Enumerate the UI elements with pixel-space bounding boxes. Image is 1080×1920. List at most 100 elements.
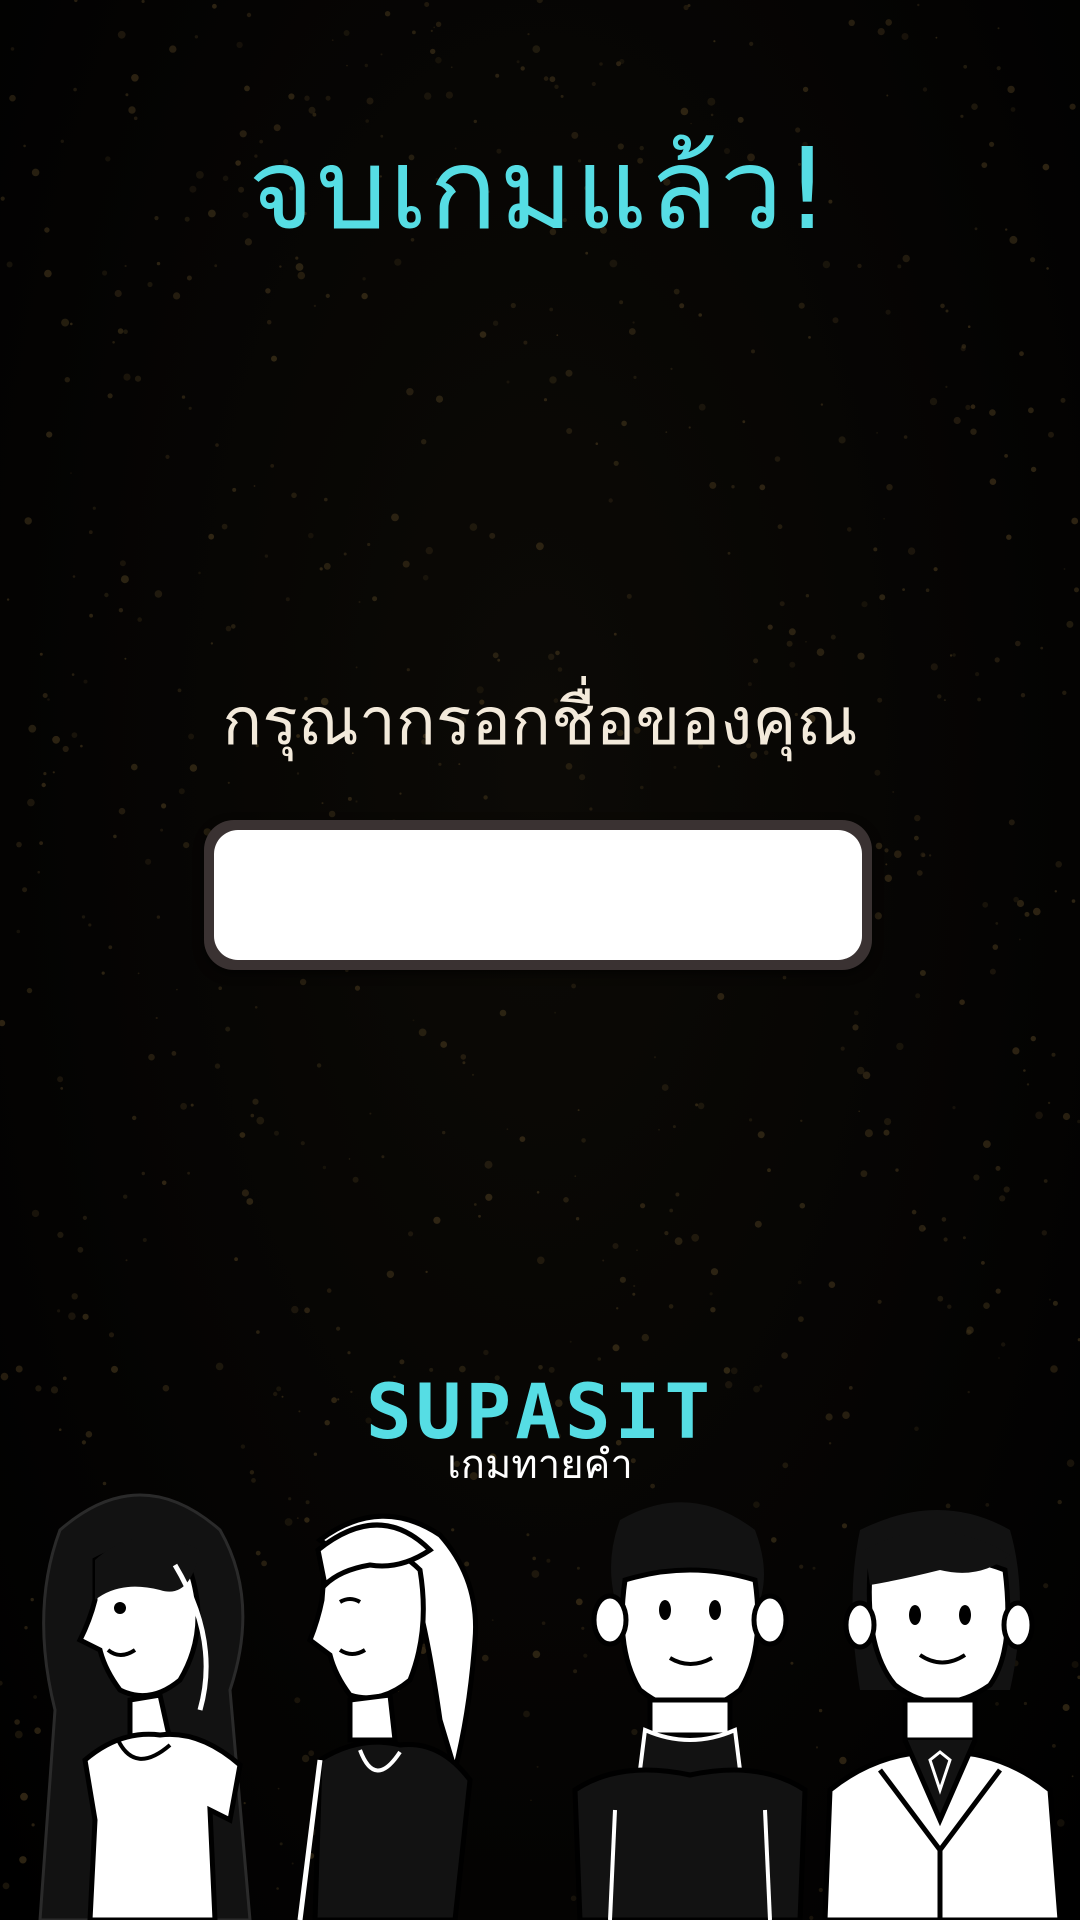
speckle-dot: [658, 1129, 660, 1131]
speckle-dot: [212, 3, 217, 9]
speckle-dot: [1019, 351, 1024, 357]
speckle-dot: [632, 321, 635, 324]
speckle-dot: [325, 293, 330, 298]
speckle-dot: [653, 1056, 657, 1059]
speckle-dot: [536, 1191, 540, 1194]
speckle-dot: [380, 53, 383, 56]
speckle-dot: [920, 852, 926, 858]
speckle-dot: [124, 657, 127, 660]
speckle-dot: [304, 1307, 310, 1314]
speckle-dot: [82, 1313, 89, 1320]
speckle-dot: [399, 792, 402, 795]
speckle-dot: [1040, 646, 1044, 650]
speckle-dot: [123, 329, 128, 335]
speckle-dot: [856, 1066, 865, 1075]
speckle-dot: [156, 261, 161, 266]
speckle-dot: [347, 1351, 351, 1355]
speckle-dot: [949, 654, 953, 657]
speckle-dot: [484, 1160, 493, 1169]
speckle-dot: [406, 668, 410, 672]
speckle-dot: [347, 796, 352, 801]
speckle-dot: [1018, 938, 1021, 941]
speckle-dot: [433, 1216, 441, 1224]
speckle-dot: [710, 1268, 719, 1276]
speckle-dot: [563, 1197, 569, 1203]
speckle-dot: [1063, 568, 1066, 570]
speckle-dot: [874, 912, 882, 920]
speckle-dot: [914, 835, 919, 841]
speckle-dot: [820, 403, 824, 406]
speckle-dot: [227, 781, 230, 784]
speckle-dot: [161, 1180, 167, 1186]
speckle-dot: [1033, 907, 1041, 916]
speckle-dot: [231, 624, 236, 629]
speckle-dot: [70, 322, 73, 326]
speckle-dot: [672, 1125, 676, 1129]
speckle-dot: [68, 1312, 76, 1320]
speckle-dot: [929, 397, 938, 406]
speckle-dot: [1003, 1186, 1010, 1193]
player-name-input[interactable]: [214, 830, 862, 960]
speckle-dot: [71, 673, 75, 676]
speckle-dot: [612, 1243, 619, 1249]
speckle-dot: [1060, 397, 1066, 403]
speckle-dot: [492, 320, 499, 326]
speckle-dot: [591, 81, 596, 87]
speckle-dot: [141, 0, 145, 3]
speckle-dot: [581, 1138, 586, 1143]
speckle-dot: [343, 552, 347, 556]
speckle-dot: [1062, 1112, 1071, 1121]
speckle-dot: [1041, 1230, 1048, 1236]
speckle-dot: [399, 1359, 405, 1365]
speckle-dot: [326, 1288, 332, 1293]
speckle-dot: [779, 601, 785, 607]
speckle-dot: [1043, 1179, 1048, 1183]
speckle-dot: [742, 420, 746, 424]
speckle-dot: [612, 1344, 620, 1352]
name-prompt-label: กรุณากรอกชื่อของคุณ: [222, 683, 858, 760]
speckle-dot: [669, 1208, 674, 1213]
speckle-dot: [619, 300, 624, 305]
speckle-dot: [71, 1293, 78, 1300]
speckle-dot: [994, 657, 1000, 663]
speckle-dot: [440, 1041, 448, 1048]
speckle-dot: [183, 842, 190, 849]
speckle-dot: [291, 492, 297, 499]
speckle-dot: [469, 523, 478, 531]
speckle-dot: [935, 36, 938, 39]
speckle-dot: [16, 929, 21, 934]
speckle-dot: [435, 395, 444, 403]
speckle-dot: [331, 39, 334, 42]
speckle-dot: [215, 1362, 224, 1371]
speckle-dot: [698, 403, 706, 411]
speckle-dot: [727, 551, 731, 555]
speckle-dot: [973, 1174, 980, 1181]
speckle-dot: [92, 506, 96, 510]
speckle-dot: [27, 798, 35, 807]
speckle-dot: [425, 1270, 428, 1274]
speckle-dot: [430, 29, 433, 32]
speckle-dot: [798, 302, 805, 309]
speckle-dot: [527, 33, 530, 36]
speckle-dot: [0, 1019, 6, 1027]
speckle-dot: [981, 1261, 985, 1265]
speckle-dot: [43, 772, 47, 776]
speckle-dot: [713, 40, 716, 43]
speckle-dot: [198, 571, 201, 575]
speckle-dot: [941, 1217, 947, 1222]
speckle-dot: [919, 970, 926, 976]
speckle-dot: [897, 264, 902, 269]
speckle-dot: [995, 1288, 1001, 1294]
speckle-dot: [832, 317, 839, 324]
speckle-dot: [799, 1202, 806, 1209]
speckle-dot: [73, 87, 77, 92]
speckle-dot: [616, 61, 622, 67]
speckle-dot: [354, 985, 361, 991]
speckle-dot: [852, 1024, 859, 1031]
speckle-dot: [291, 1305, 299, 1314]
speckle-dot: [999, 1195, 1006, 1202]
speckle-dot: [937, 1295, 944, 1302]
speckle-dot: [1066, 620, 1074, 628]
speckle-dot: [952, 1106, 956, 1110]
speckle-dot: [998, 1357, 1000, 1359]
